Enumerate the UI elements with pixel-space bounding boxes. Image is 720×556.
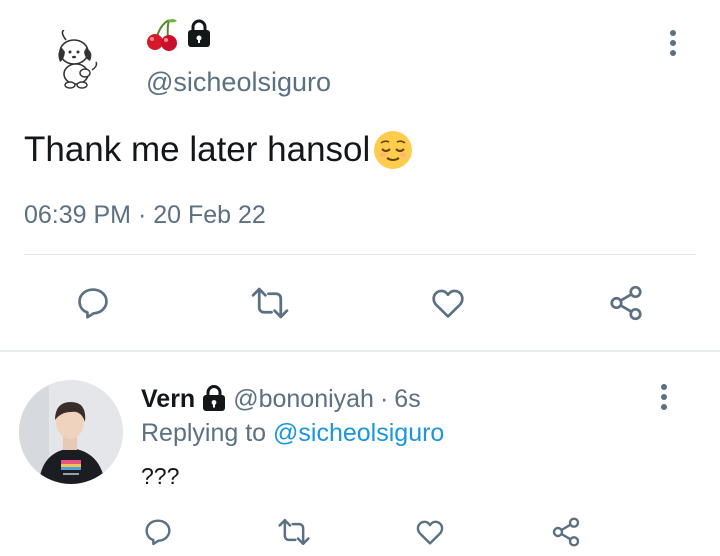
reply-icon[interactable] [74, 284, 112, 327]
like-icon[interactable] [428, 284, 468, 327]
more-options-icon[interactable] [661, 384, 667, 410]
reply-age: 6s [394, 385, 421, 413]
tweet-time: 06:39 PM [24, 201, 132, 229]
reply-text: ??? [141, 463, 180, 489]
reply-author-handle[interactable]: @bononiyah [233, 384, 374, 414]
reply-header: Vern @bononiyah · 6s [141, 384, 421, 414]
relieved-face-emoji [374, 131, 413, 169]
meta-separator: · [379, 385, 389, 413]
share-icon[interactable] [550, 516, 582, 553]
more-options-icon[interactable] [670, 30, 676, 56]
avatar-vern[interactable] [19, 380, 123, 484]
like-icon[interactable] [414, 516, 446, 553]
tweet-text: Thank me later hansol [24, 128, 414, 172]
tweet-date: 20 Feb 22 [153, 201, 266, 229]
reply-author-name[interactable]: Vern [141, 384, 195, 414]
retweet-icon[interactable] [250, 284, 290, 327]
cherries-emoji [146, 17, 178, 56]
meta-separator: · [137, 201, 147, 229]
reply-icon[interactable] [142, 516, 174, 553]
lock-icon [201, 385, 227, 413]
display-name-emojis [146, 16, 212, 56]
avatar-pochacco[interactable] [52, 29, 102, 90]
divider [24, 254, 696, 255]
tweet-separator [0, 350, 720, 352]
tweet-author-handle[interactable]: @sicheolsiguro [146, 66, 331, 98]
replying-prefix: Replying to [141, 419, 267, 447]
retweet-icon[interactable] [277, 516, 311, 553]
replying-to-link[interactable]: @sicheolsiguro [273, 419, 444, 447]
replying-to: Replying to @sicheolsiguro [141, 418, 444, 448]
tweet-text-content: Thank me later hansol [24, 130, 371, 169]
lock-icon [186, 19, 212, 54]
share-icon[interactable] [606, 284, 646, 327]
tweet-timestamp[interactable]: 06:39 PM · 20 Feb 22 [24, 200, 266, 230]
